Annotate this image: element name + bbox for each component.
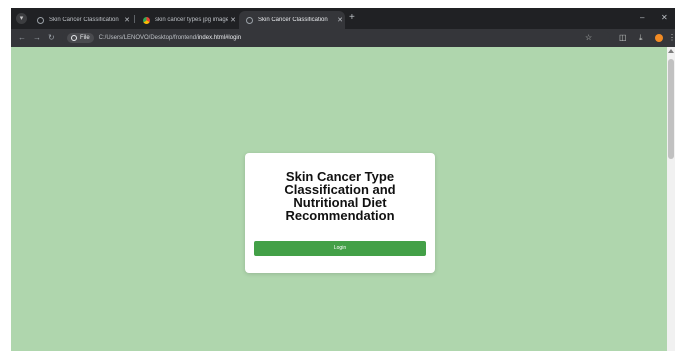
- login-card: Skin Cancer Type Classification and Nutr…: [245, 153, 435, 273]
- globe-icon: [37, 16, 44, 24]
- forward-arrow-icon[interactable]: →: [33, 33, 41, 43]
- vertical-scrollbar[interactable]: [667, 47, 675, 351]
- site-info-button[interactable]: File: [67, 33, 94, 43]
- scrollbar-thumb[interactable]: [668, 59, 674, 159]
- chrome-icon: [143, 16, 150, 24]
- tab-search-button[interactable]: ▾: [16, 13, 27, 24]
- profile-avatar[interactable]: [655, 34, 663, 42]
- tab-title: Skin Cancer Classification: [49, 17, 119, 23]
- new-tab-button[interactable]: +: [349, 12, 355, 24]
- minimize-icon[interactable]: –: [640, 13, 644, 23]
- reload-icon[interactable]: ↻: [48, 33, 55, 43]
- browser-toolbar: ← → ↻ File C:/Users/LENOVO/Desktop/front…: [11, 29, 675, 47]
- tab-title: Skin Cancer Classification: [258, 17, 328, 23]
- close-icon[interactable]: ✕: [228, 16, 238, 24]
- close-icon[interactable]: ✕: [335, 16, 345, 24]
- page-title: Skin Cancer Type Classification and Nutr…: [284, 169, 396, 223]
- bookmark-star-icon[interactable]: ☆: [585, 33, 592, 43]
- url-prefix: C:/Users/LENOVO/Desktop/frontend/: [98, 35, 198, 41]
- menu-kebab-icon[interactable]: ⋮: [668, 33, 675, 43]
- close-window-icon[interactable]: ✕: [661, 13, 668, 23]
- info-icon: [71, 35, 77, 41]
- login-button[interactable]: Login: [254, 241, 426, 256]
- tab-skin-cancer-1[interactable]: Skin Cancer Classification ✕: [30, 11, 132, 29]
- url-highlight: index.html#login: [197, 35, 242, 41]
- download-icon[interactable]: ⤓: [639, 33, 643, 43]
- tab-skin-cancer-images[interactable]: skin cancer types jpg images ✕: [136, 11, 238, 29]
- tab-strip: ▾ Skin Cancer Classification ✕ skin canc…: [11, 8, 675, 29]
- back-arrow-icon[interactable]: ←: [18, 33, 26, 43]
- scroll-up-arrow-icon[interactable]: [668, 49, 674, 53]
- page-viewport: Skin Cancer Type Classification and Nutr…: [11, 47, 667, 351]
- globe-icon: [246, 16, 253, 24]
- tab-skin-cancer-active[interactable]: Skin Cancer Classification ✕: [239, 11, 345, 29]
- close-icon[interactable]: ✕: [122, 16, 132, 24]
- file-chip-label: File: [80, 35, 90, 41]
- browser-window: ▾ Skin Cancer Classification ✕ skin canc…: [11, 8, 675, 351]
- tab-divider: [134, 15, 135, 23]
- address-bar[interactable]: File C:/Users/LENOVO/Desktop/frontend/in…: [62, 31, 610, 45]
- url-text: C:/Users/LENOVO/Desktop/frontend/index.h…: [99, 35, 241, 41]
- extensions-icon[interactable]: ◫: [619, 33, 627, 43]
- tab-title: skin cancer types jpg images: [155, 17, 228, 23]
